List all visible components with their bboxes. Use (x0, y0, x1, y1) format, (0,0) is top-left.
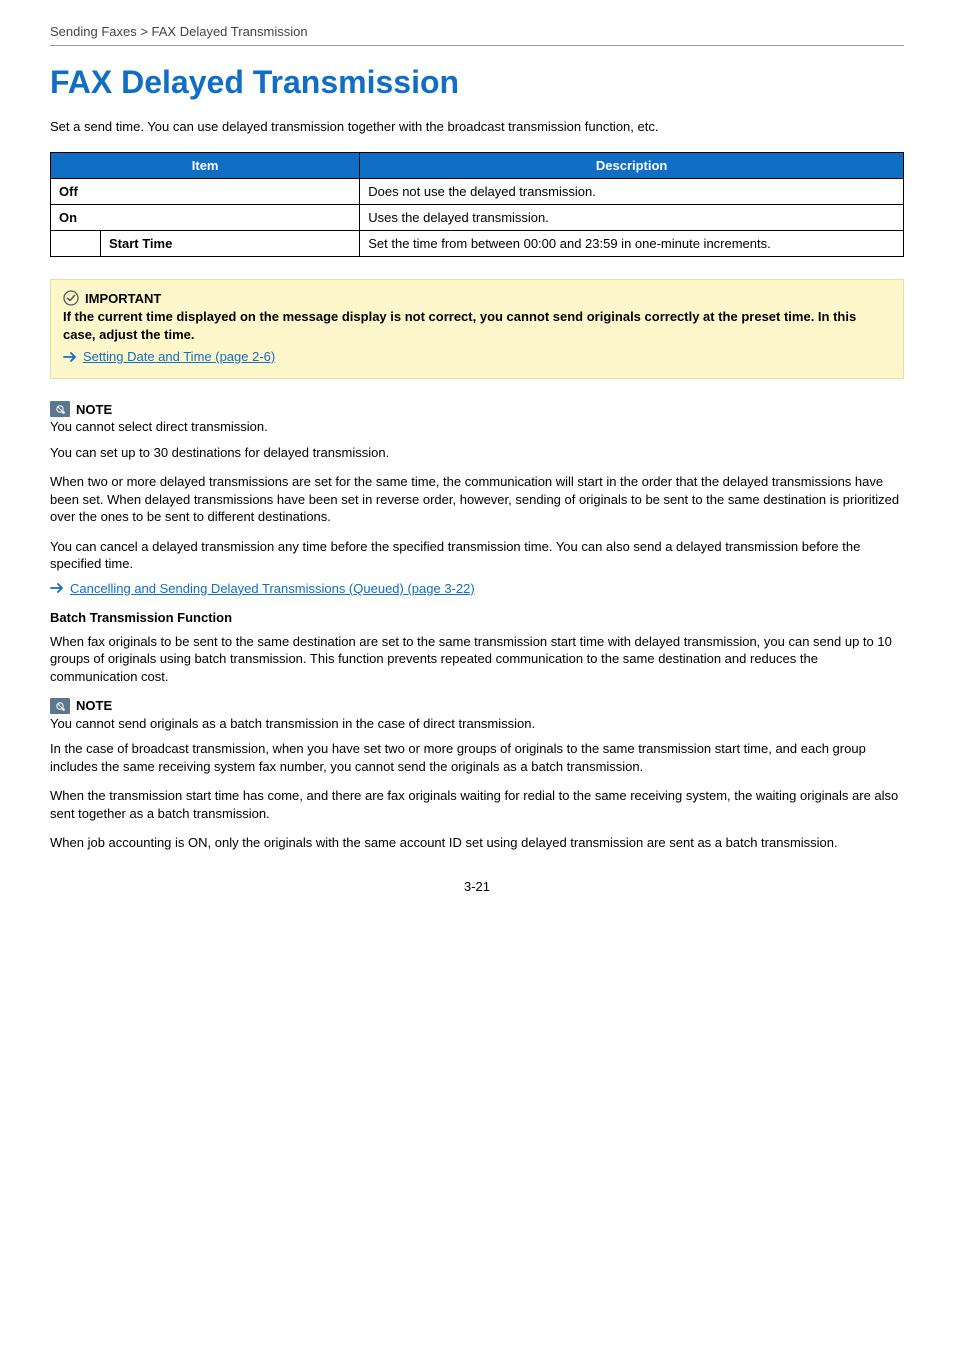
important-box: IMPORTANT If the current time displayed … (50, 279, 904, 379)
table-row: Off Does not use the delayed transmissio… (51, 179, 904, 205)
note1-p2: You can set up to 30 destinations for de… (50, 444, 904, 462)
note-icon (50, 698, 70, 714)
row-start-time-desc: Set the time from between 00:00 and 23:5… (360, 231, 904, 257)
page-title: FAX Delayed Transmission (50, 64, 904, 101)
cancelling-sending-link[interactable]: Cancelling and Sending Delayed Transmiss… (70, 581, 475, 596)
note-heading: NOTE (76, 698, 112, 713)
row-on-label: On (51, 205, 360, 231)
important-heading: IMPORTANT (85, 291, 161, 306)
arrow-right-icon (63, 352, 77, 362)
page-number: 3-21 (0, 879, 954, 894)
arrow-right-icon (50, 583, 64, 593)
row-on-desc: Uses the delayed transmission. (360, 205, 904, 231)
important-body: If the current time displayed on the mes… (63, 308, 891, 343)
row-off-label: Off (51, 179, 360, 205)
breadcrumb: Sending Faxes > FAX Delayed Transmission (50, 24, 904, 45)
batch-heading: Batch Transmission Function (50, 610, 904, 625)
check-circle-icon (63, 290, 79, 306)
settings-table: Item Description Off Does not use the de… (50, 152, 904, 257)
note2-p3: When the transmission start time has com… (50, 787, 904, 822)
note1-p1: You cannot select direct transmission. (50, 418, 904, 436)
note2-p1: You cannot send originals as a batch tra… (50, 715, 904, 733)
row-start-time-label: Start Time (101, 231, 360, 257)
row-off-desc: Does not use the delayed transmission. (360, 179, 904, 205)
setting-date-time-link[interactable]: Setting Date and Time (page 2-6) (83, 349, 275, 364)
note-icon (50, 401, 70, 417)
note-heading: NOTE (76, 402, 112, 417)
table-row: Start Time Set the time from between 00:… (51, 231, 904, 257)
batch-p1: When fax originals to be sent to the sam… (50, 633, 904, 686)
table-header-description: Description (360, 153, 904, 179)
note1-p3: When two or more delayed transmissions a… (50, 473, 904, 526)
intro-text: Set a send time. You can use delayed tra… (50, 119, 904, 134)
note1-p4: You can cancel a delayed transmission an… (50, 538, 904, 573)
divider (50, 45, 904, 46)
note2-p4: When job accounting is ON, only the orig… (50, 834, 904, 852)
note2-p2: In the case of broadcast transmission, w… (50, 740, 904, 775)
row-start-time-indent (51, 231, 101, 257)
table-row: On Uses the delayed transmission. (51, 205, 904, 231)
table-header-item: Item (51, 153, 360, 179)
